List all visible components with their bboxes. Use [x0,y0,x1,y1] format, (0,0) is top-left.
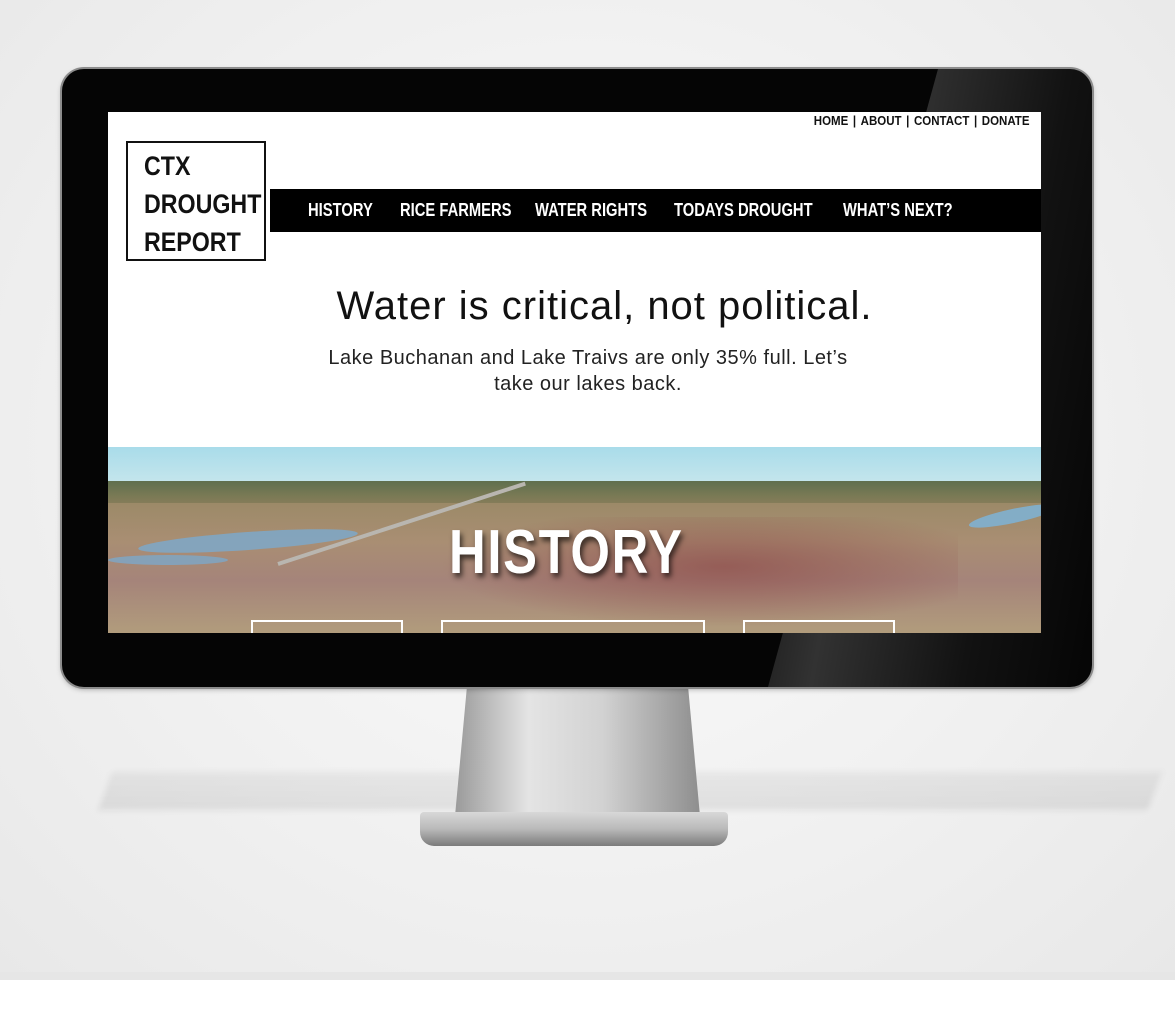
logo-line: REPORT [144,227,241,257]
hero-sky [108,447,1041,485]
utility-separator: | [973,114,977,128]
utility-link-home[interactable]: HOME [813,114,848,128]
utility-separator: | [905,114,909,128]
monitor-stand-neck [455,686,700,816]
site-logo[interactable]: CTX DROUGHT REPORT [126,141,266,261]
floor-line [0,972,1175,980]
nav-item-rice-farmers[interactable]: RICE FARMERS [400,189,512,232]
hero-title: HISTORY [448,518,684,587]
hero-banner: HISTORY [108,447,1041,633]
nav-item-whats-next[interactable]: WHAT’S NEXT? [843,189,953,232]
page-subtext: Lake Buchanan and Lake Traivs are only 3… [328,347,848,395]
nav-item-water-rights[interactable]: WATER RIGHTS [535,189,647,232]
utility-link-donate[interactable]: DONATE [981,114,1029,128]
utility-link-contact[interactable]: CONTACT [913,114,968,128]
utility-link-about[interactable]: ABOUT [860,114,901,128]
hero-button[interactable] [251,620,403,633]
utility-separator: | [852,114,856,128]
utility-nav: HOME | ABOUT | CONTACT | DONATE [813,112,1029,130]
nav-item-todays-drought[interactable]: TODAYS DROUGHT [674,189,813,232]
nav-item-history[interactable]: HISTORY [308,189,373,232]
hero-button[interactable] [441,620,705,633]
website-screen: HOME | ABOUT | CONTACT | DONATE CTX DROU… [108,112,1041,633]
hero-button[interactable] [743,620,895,633]
logo-line: CTX [144,151,191,181]
logo-line: DROUGHT [144,189,262,219]
main-nav: HISTORY RICE FARMERS WATER RIGHTS TODAYS… [270,189,1041,232]
monitor-stand-base [420,812,728,846]
page-headline: Water is critical, not political. [336,284,873,328]
